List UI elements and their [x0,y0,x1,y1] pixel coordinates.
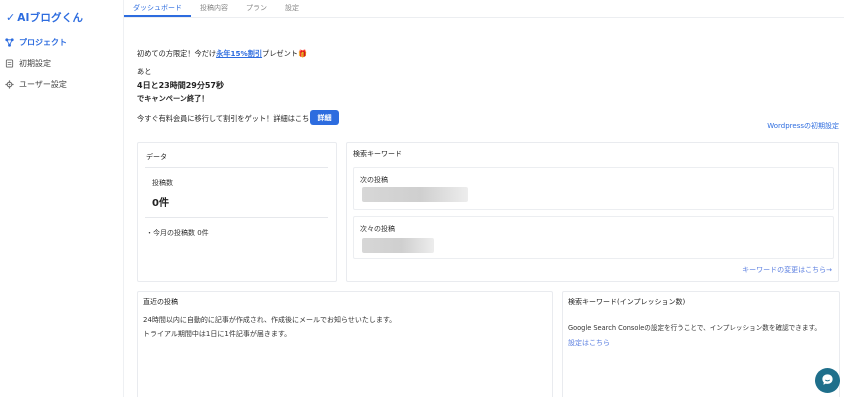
after-next-post-box: 次々の投稿 [353,216,834,259]
project-icon [5,38,14,47]
tab-posts[interactable]: 投稿内容 [191,0,237,17]
sidebar-item-user-settings[interactable]: ユーザー設定 [5,79,67,90]
sidebar-item-label: ユーザー設定 [19,80,67,89]
change-keyword-link[interactable]: キーワードの変更はこちら→ [742,265,832,275]
trial-info: トライアル期間中は1日に1件記事が届きます。 [143,330,292,338]
logo-text: AIブログくん [17,12,84,24]
posts-count-label: 投稿数 [152,179,173,187]
tab-plan[interactable]: プラン [237,0,276,17]
sidebar-item-label: 初期設定 [19,59,51,68]
impression-card: 検索キーワード(インプレッション数) Google Search Console… [562,291,840,397]
countdown-timer: 4日と23時間29分57秒 [137,81,224,90]
discount-link[interactable]: 永年15%割引 [216,49,262,58]
sidebar: ✓ AIブログくん プロジェクト 初期設定 ユーザー設定 [0,0,124,397]
campaign-cta: 今すぐ有料会員に移行して割引をゲット！詳細はこちら👉 [137,114,326,123]
top-tabs: ダッシュボード 投稿内容 プラン 設定 [124,0,308,17]
divider [145,217,328,218]
keyword-card: 検索キーワード 次の投稿 次々の投稿 キーワードの変更はこちら→ [346,142,839,282]
search-console-settings-link[interactable]: 設定はこちら [568,338,610,348]
monthly-posts: ・今月の投稿数 0件 [146,229,209,237]
app-logo[interactable]: ✓ AIブログくん [6,10,83,25]
next-post-box: 次の投稿 [353,167,834,210]
sidebar-item-initial-settings[interactable]: 初期設定 [5,58,51,69]
divider [145,167,328,168]
chat-button[interactable] [815,368,840,393]
recent-posts-card: 直近の投稿 24時間以内に自動的に記事が作成され、作成後にメールでお知らせいたし… [137,291,553,397]
after-next-post-label: 次々の投稿 [360,225,395,233]
gear-icon [5,80,14,89]
data-card-title: データ [146,153,167,161]
tab-dashboard[interactable]: ダッシュボード [124,0,191,17]
tab-settings[interactable]: 設定 [276,0,308,17]
campaign-suffix: プレゼント🎁 [262,49,307,58]
posts-count-value: 0件 [152,198,169,209]
recent-posts-info: 24時間以内に自動的に記事が作成され、作成後にメールでお知らせいたします。 [143,316,397,324]
campaign-line1: 初めての方限定！今だけ永年15%割引プレゼント🎁 [137,49,307,59]
impression-title: 検索キーワード(インプレッション数) [568,298,686,306]
check-logo-icon: ✓ [6,11,16,24]
detail-button[interactable]: 詳細 [310,110,339,125]
blurred-keyword [362,238,434,253]
campaign-remaining: あと [137,67,152,76]
campaign-end-text: でキャンペーン終了！ [137,94,209,103]
data-card: データ 投稿数 0件 ・今月の投稿数 0件 [137,142,337,282]
keyword-card-title: 検索キーワード [353,150,402,158]
sidebar-item-label: プロジェクト [19,38,67,47]
wordpress-settings-link[interactable]: Wordpressの初期設定 [767,121,839,131]
blurred-keyword [362,187,468,202]
campaign-prefix: 初めての方限定！今だけ [137,49,217,58]
chat-icon [821,371,834,390]
impression-desc: Google Search Consoleの設定を行うことで、インプレッション数… [568,324,821,332]
sidebar-item-project[interactable]: プロジェクト [5,37,67,48]
next-post-label: 次の投稿 [360,176,388,184]
recent-posts-title: 直近の投稿 [143,298,178,306]
document-icon [5,59,14,68]
tabs-divider [124,17,844,18]
